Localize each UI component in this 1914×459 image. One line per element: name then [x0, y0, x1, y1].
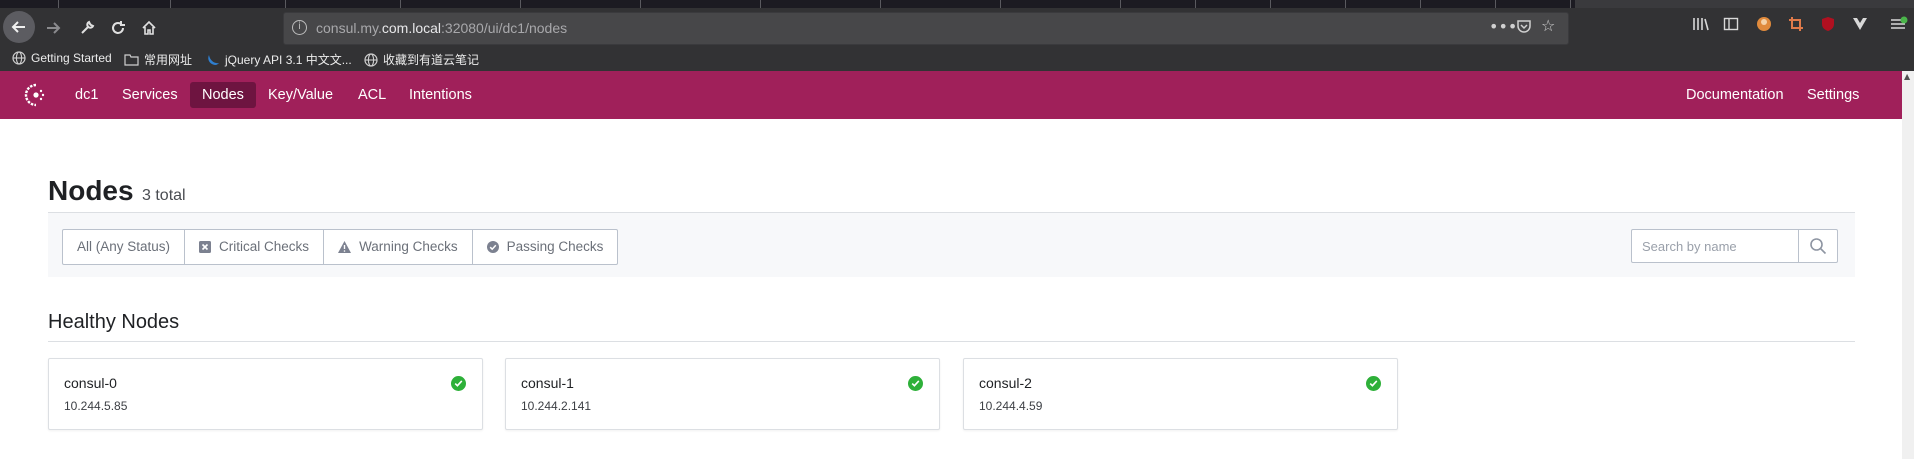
node-card[interactable]: consul-2 10.244.4.59 — [963, 358, 1398, 430]
wrench-icon — [81, 20, 95, 34]
search-field[interactable]: Search by name — [1631, 229, 1838, 263]
node-address: 10.244.4.59 — [979, 399, 1043, 413]
globe-icon — [12, 51, 26, 65]
filter-critical[interactable]: Critical Checks — [185, 230, 325, 264]
search-button[interactable] — [1798, 230, 1837, 262]
search-icon — [1810, 238, 1827, 255]
passing-check-icon — [908, 376, 923, 391]
section-title: Healthy Nodes — [48, 311, 180, 333]
nav-acl[interactable]: ACL — [346, 82, 398, 108]
bookmark-youdao[interactable]: 收藏到有道云笔记 — [364, 51, 479, 68]
node-name[interactable]: consul-2 — [979, 375, 1032, 391]
more-actions-icon[interactable]: ••• — [1489, 17, 1517, 36]
passing-check-icon — [451, 376, 466, 391]
home-button[interactable] — [134, 13, 164, 43]
vue-devtools-icon[interactable] — [1852, 16, 1868, 36]
consul-logo-icon[interactable] — [24, 83, 48, 107]
nav-services[interactable]: Services — [110, 82, 190, 108]
filter-warning[interactable]: Warning Checks — [324, 230, 473, 264]
consul-navbar: dc1 Services Nodes Key/Value ACL Intenti… — [0, 71, 1902, 119]
home-icon — [142, 20, 156, 35]
nav-intentions[interactable]: Intentions — [397, 82, 484, 108]
arrow-left-icon — [11, 21, 25, 33]
pocket-icon[interactable] — [1516, 18, 1532, 38]
node-address: 10.244.2.141 — [521, 399, 592, 413]
browser-toolbar: i consul.my.com.local:32080/ui/dc1/nodes… — [0, 8, 1914, 47]
node-address: 10.244.5.85 — [64, 399, 128, 413]
ublock-icon[interactable] — [1820, 16, 1836, 36]
node-name[interactable]: consul-1 — [521, 375, 574, 391]
node-card[interactable]: consul-0 10.244.5.85 — [48, 358, 483, 430]
forward-button[interactable] — [38, 13, 68, 43]
browser-chrome: i consul.my.com.local:32080/ui/dc1/nodes… — [0, 0, 1914, 71]
bookmark-folder[interactable]: 常用网址 — [124, 51, 192, 68]
info-icon[interactable]: i — [292, 20, 307, 35]
globe-icon — [364, 52, 378, 67]
address-bar[interactable]: i consul.my.com.local:32080/ui/dc1/nodes… — [283, 12, 1569, 45]
filter-bar: All (Any Status) Critical Checks Warning… — [48, 213, 1855, 277]
reload-icon — [112, 21, 125, 34]
sidebar-icon[interactable] — [1723, 16, 1739, 36]
bookmark-star-icon[interactable]: ☆ — [1541, 16, 1555, 35]
nav-settings[interactable]: Settings — [1795, 82, 1871, 108]
nav-nodes[interactable]: Nodes — [190, 82, 256, 108]
bookmark-jquery[interactable]: jQuery API 3.1 中文文... — [206, 51, 352, 68]
tab-strip[interactable] — [0, 0, 1914, 8]
node-name[interactable]: consul-0 — [64, 375, 117, 391]
crop-extension-icon[interactable] — [1788, 16, 1804, 36]
datacenter-selector[interactable]: dc1 — [63, 82, 110, 108]
menu-icon[interactable] — [1890, 16, 1908, 36]
folder-icon — [124, 54, 139, 66]
warning-icon — [338, 241, 352, 253]
tools-button[interactable] — [72, 13, 102, 43]
search-input[interactable]: Search by name — [1642, 239, 1737, 254]
arrow-right-icon — [47, 22, 61, 34]
back-button[interactable] — [3, 11, 35, 43]
nav-documentation[interactable]: Documentation — [1674, 82, 1796, 108]
node-card[interactable]: consul-1 10.244.2.141 — [505, 358, 940, 430]
passing-icon — [486, 241, 499, 253]
scroll-up-icon[interactable]: ▲ — [1904, 72, 1910, 81]
page-title: Nodes — [48, 175, 134, 206]
bookmark-getting-started[interactable]: Getting Started — [12, 51, 112, 65]
library-icon[interactable] — [1692, 16, 1710, 36]
filter-all[interactable]: All (Any Status) — [63, 230, 186, 264]
url-text[interactable]: consul.my.com.local:32080/ui/dc1/nodes — [316, 20, 567, 36]
bookmarks-bar: Getting Started 常用网址 jQuery API 3.1 中文文.… — [0, 47, 1914, 71]
divider — [48, 341, 1855, 342]
status-filter-group: All (Any Status) Critical Checks Warning… — [62, 229, 619, 265]
page-scrollbar[interactable]: ▲ — [1902, 71, 1914, 459]
nav-key-value[interactable]: Key/Value — [256, 82, 345, 108]
filter-passing[interactable]: Passing Checks — [473, 230, 618, 264]
reload-button[interactable] — [103, 13, 133, 43]
passing-check-icon — [1366, 376, 1381, 391]
critical-icon — [199, 241, 212, 253]
jquery-icon — [208, 54, 219, 65]
node-count: 3 total — [142, 187, 186, 204]
avatar-extension-icon[interactable] — [1756, 16, 1772, 36]
